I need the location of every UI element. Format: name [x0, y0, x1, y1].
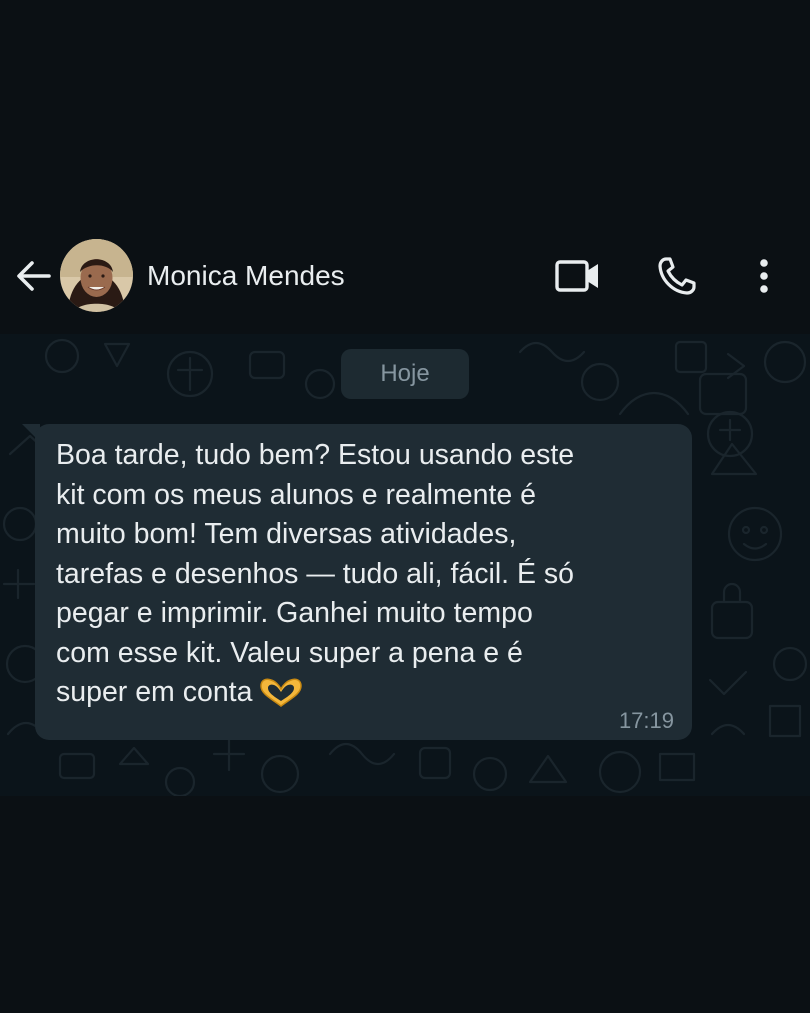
- video-call-icon[interactable]: [552, 254, 604, 298]
- message-text: Boa tarde, tudo bem? Estou usando este k…: [56, 436, 681, 719]
- date-chip: Hoje: [341, 349, 469, 399]
- heart-hands-emoji: [258, 677, 304, 719]
- message-timestamp: 17:19: [618, 708, 674, 733]
- more-options-icon[interactable]: [748, 254, 780, 298]
- contact-name[interactable]: Monica Mendes: [147, 258, 345, 294]
- avatar[interactable]: [60, 239, 133, 312]
- back-arrow-icon[interactable]: [14, 256, 54, 296]
- phone-call-icon[interactable]: [654, 254, 700, 298]
